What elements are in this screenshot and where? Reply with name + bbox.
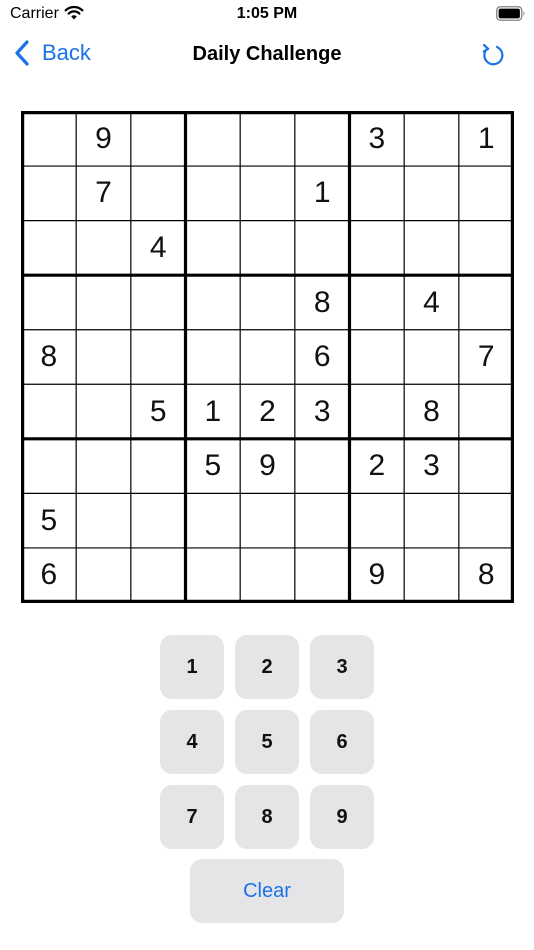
sudoku-cell-r8c2[interactable] (76, 493, 131, 548)
sudoku-cell-r9c1[interactable]: 6 (22, 548, 77, 603)
status-bar: Carrier 1:05 PM (0, 0, 534, 30)
sudoku-cell-r1c6[interactable] (295, 112, 350, 167)
sudoku-cell-r2c7[interactable] (350, 166, 405, 221)
sudoku-cell-r6c8[interactable]: 8 (404, 384, 459, 439)
sudoku-board: 931714848675123859235698 (21, 111, 514, 603)
sudoku-cell-r7c7[interactable]: 2 (350, 439, 405, 494)
sudoku-cell-r9c4[interactable] (186, 548, 241, 603)
key-4[interactable]: 4 (160, 710, 224, 774)
sudoku-cell-r4c3[interactable] (131, 275, 186, 330)
sudoku-cell-r1c7[interactable]: 3 (350, 112, 405, 167)
sudoku-cell-r3c6[interactable] (295, 221, 350, 276)
refresh-icon[interactable] (478, 40, 508, 70)
sudoku-cell-r5c8[interactable] (404, 330, 459, 385)
sudoku-cell-r7c3[interactable] (131, 439, 186, 494)
sudoku-cell-r1c4[interactable] (186, 112, 241, 167)
sudoku-cell-r2c2[interactable]: 7 (76, 166, 131, 221)
sudoku-cell-r4c5[interactable] (240, 275, 295, 330)
sudoku-cell-r7c8[interactable]: 3 (404, 439, 459, 494)
sudoku-cell-r4c7[interactable] (350, 275, 405, 330)
sudoku-cell-r8c9[interactable] (459, 493, 514, 548)
sudoku-cell-r4c8[interactable]: 4 (404, 275, 459, 330)
sudoku-cell-r6c4[interactable]: 1 (186, 384, 241, 439)
key-9[interactable]: 9 (310, 785, 374, 849)
sudoku-cell-r8c6[interactable] (295, 493, 350, 548)
sudoku-cell-r7c6[interactable] (295, 439, 350, 494)
sudoku-cell-r2c6[interactable]: 1 (295, 166, 350, 221)
sudoku-cell-r4c6[interactable]: 8 (295, 275, 350, 330)
sudoku-cell-r2c1[interactable] (22, 166, 77, 221)
sudoku-cell-r1c1[interactable] (22, 112, 77, 167)
sudoku-cell-r4c2[interactable] (76, 275, 131, 330)
sudoku-cell-r9c9[interactable]: 8 (459, 548, 514, 603)
sudoku-cell-r9c8[interactable] (404, 548, 459, 603)
key-7[interactable]: 7 (160, 785, 224, 849)
sudoku-cell-r6c2[interactable] (76, 384, 131, 439)
key-3[interactable]: 3 (310, 635, 374, 699)
sudoku-cell-r4c4[interactable] (186, 275, 241, 330)
sudoku-cell-r5c3[interactable] (131, 330, 186, 385)
sudoku-cell-r1c5[interactable] (240, 112, 295, 167)
page-title: Daily Challenge (192, 43, 342, 65)
sudoku-cell-r3c9[interactable] (459, 221, 514, 276)
sudoku-cell-r6c9[interactable] (459, 384, 514, 439)
sudoku-cell-r2c4[interactable] (186, 166, 241, 221)
sudoku-cell-r7c9[interactable] (459, 439, 514, 494)
clear-button[interactable]: Clear (190, 859, 344, 923)
sudoku-cell-r1c2[interactable]: 9 (76, 112, 131, 167)
sudoku-cell-r7c4[interactable]: 5 (186, 439, 241, 494)
sudoku-cell-r8c4[interactable] (186, 493, 241, 548)
sudoku-cell-r5c2[interactable] (76, 330, 131, 385)
sudoku-cell-r1c9[interactable]: 1 (459, 112, 514, 167)
sudoku-cell-r5c7[interactable] (350, 330, 405, 385)
sudoku-cell-r2c9[interactable] (459, 166, 514, 221)
key-1[interactable]: 1 (160, 635, 224, 699)
sudoku-cell-r2c8[interactable] (404, 166, 459, 221)
sudoku-cell-r5c9[interactable]: 7 (459, 330, 514, 385)
sudoku-cell-r3c3[interactable]: 4 (131, 221, 186, 276)
navigation-bar: Back Daily Challenge (0, 30, 534, 80)
sudoku-cell-r8c3[interactable] (131, 493, 186, 548)
sudoku-cell-r7c1[interactable] (22, 439, 77, 494)
sudoku-cell-r1c8[interactable] (404, 112, 459, 167)
sudoku-cell-r7c2[interactable] (76, 439, 131, 494)
sudoku-cell-r9c5[interactable] (240, 548, 295, 603)
sudoku-cell-r9c3[interactable] (131, 548, 186, 603)
sudoku-cell-r5c1[interactable]: 8 (22, 330, 77, 385)
sudoku-cell-r7c5[interactable]: 9 (240, 439, 295, 494)
sudoku-cell-r6c6[interactable]: 3 (295, 384, 350, 439)
sudoku-cell-r9c2[interactable] (76, 548, 131, 603)
sudoku-cell-r1c3[interactable] (131, 112, 186, 167)
sudoku-cell-r8c8[interactable] (404, 493, 459, 548)
sudoku-cell-r8c7[interactable] (350, 493, 405, 548)
sudoku-cell-r2c3[interactable] (131, 166, 186, 221)
sudoku-cell-r9c7[interactable]: 9 (350, 548, 405, 603)
sudoku-cell-r9c6[interactable] (295, 548, 350, 603)
key-8[interactable]: 8 (235, 785, 299, 849)
key-2[interactable]: 2 (235, 635, 299, 699)
sudoku-cell-r2c5[interactable] (240, 166, 295, 221)
sudoku-cell-r6c7[interactable] (350, 384, 405, 439)
key-5[interactable]: 5 (235, 710, 299, 774)
status-time: 1:05 PM (236, 5, 298, 22)
key-6[interactable]: 6 (310, 710, 374, 774)
sudoku-cell-r5c5[interactable] (240, 330, 295, 385)
sudoku-cell-r6c3[interactable]: 5 (131, 384, 186, 439)
sudoku-cell-r3c7[interactable] (350, 221, 405, 276)
sudoku-cell-r3c8[interactable] (404, 221, 459, 276)
sudoku-cell-r8c5[interactable] (240, 493, 295, 548)
sudoku-cell-r4c9[interactable] (459, 275, 514, 330)
sudoku-cell-r3c1[interactable] (22, 221, 77, 276)
sudoku-cell-r3c5[interactable] (240, 221, 295, 276)
sudoku-cell-r6c1[interactable] (22, 384, 77, 439)
battery-icon (496, 6, 525, 21)
sudoku-cell-r8c1[interactable]: 5 (22, 493, 77, 548)
sudoku-cell-r5c4[interactable] (186, 330, 241, 385)
sudoku-cell-r6c5[interactable]: 2 (240, 384, 295, 439)
sudoku-cell-r5c6[interactable]: 6 (295, 330, 350, 385)
sudoku-cell-r4c1[interactable] (22, 275, 77, 330)
sudoku-cell-r3c2[interactable] (76, 221, 131, 276)
sudoku-cell-r3c4[interactable] (186, 221, 241, 276)
